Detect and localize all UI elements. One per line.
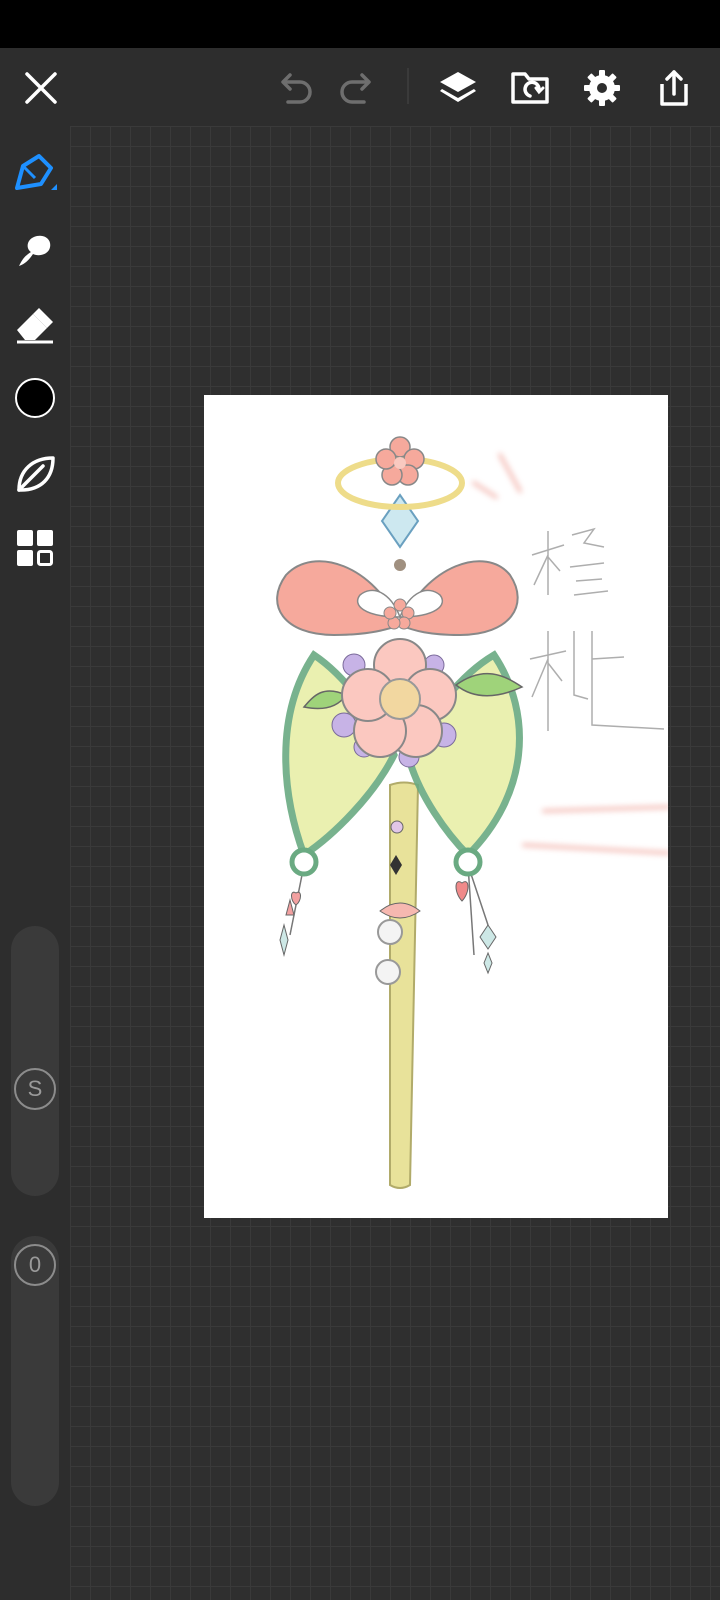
color-swatch[interactable] [11, 374, 59, 422]
leaf-icon[interactable] [11, 450, 59, 498]
redo-icon[interactable] [334, 64, 382, 112]
pencil-icon[interactable] [11, 150, 59, 198]
left-toolbar: S 0 [0, 126, 70, 1600]
opacity-thumb[interactable]: 0 [14, 1244, 56, 1286]
top-toolbar [0, 48, 720, 126]
eraser-icon[interactable] [11, 300, 59, 348]
drawing-artwork [276, 436, 670, 1189]
brush-size-slider[interactable]: S [11, 926, 59, 1196]
smudge-icon[interactable] [11, 226, 59, 274]
drawing-canvas[interactable] [204, 395, 670, 1218]
grid-icon[interactable] [11, 524, 59, 572]
layers-icon[interactable] [434, 64, 482, 112]
status-bar [0, 0, 720, 48]
share-icon[interactable] [650, 64, 698, 112]
close-icon[interactable] [17, 64, 65, 112]
canvas-area[interactable] [70, 126, 720, 1600]
toolbar-divider [407, 68, 409, 104]
undo-icon[interactable] [270, 64, 318, 112]
brush-size-thumb[interactable]: S [14, 1068, 56, 1110]
opacity-slider[interactable]: 0 [11, 1236, 59, 1506]
import-icon[interactable] [506, 64, 554, 112]
brush-size-label: S [27, 1076, 43, 1101]
opacity-label: 0 [28, 1252, 42, 1277]
gear-icon[interactable] [578, 64, 626, 112]
